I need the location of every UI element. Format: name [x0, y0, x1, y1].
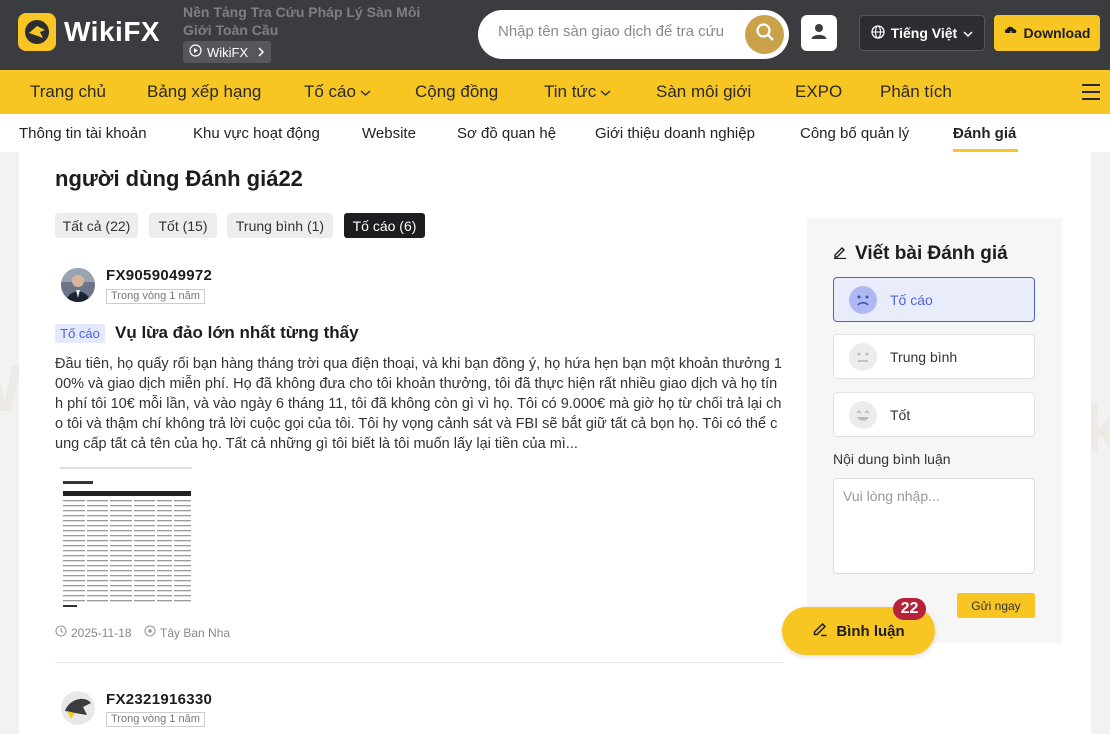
tab-website[interactable]: Website: [362, 125, 416, 142]
menu-icon[interactable]: [1082, 84, 1100, 105]
review-username[interactable]: FX2321916330: [106, 691, 212, 708]
brand-tagline: Nền Tảng Tra Cứu Pháp Lý Sàn Môi Giới To…: [183, 4, 421, 38]
nav-brokers[interactable]: Sàn môi giới: [656, 82, 751, 102]
language-label: Tiếng Việt: [890, 25, 958, 41]
globe-icon: [871, 24, 885, 42]
avatar[interactable]: [61, 268, 95, 302]
tab-account-info[interactable]: Thông tin tài khoản: [19, 125, 147, 142]
filter-good[interactable]: Tốt (15): [149, 213, 217, 238]
comment-count-badge: 22: [893, 598, 926, 620]
top-header: WikiFX Nền Tảng Tra Cứu Pháp Lý Sàn Môi …: [0, 0, 1110, 70]
app-link-label: WikiFX: [207, 44, 249, 60]
filter-all[interactable]: Tất cả (22): [55, 213, 138, 238]
rating-option-label: Trung bình: [890, 348, 958, 365]
nav-rankings[interactable]: Bảng xếp hạng: [147, 82, 261, 102]
review-date-text: 2025-11-18: [71, 625, 132, 640]
review-time-tag: Trong vòng 1 năm: [106, 712, 205, 727]
rating-option-complaint[interactable]: Tố cáo: [833, 277, 1035, 322]
nav-home[interactable]: Trang chủ: [30, 82, 106, 102]
download-label: Download: [1023, 25, 1091, 41]
location-icon: [144, 625, 156, 640]
review-location-text: Tây Ban Nha: [160, 625, 231, 640]
search-input[interactable]: [498, 23, 738, 40]
write-review-title: Viết bài Đánh giá: [833, 243, 1008, 265]
nav-label: Bảng xếp hạng: [147, 82, 262, 101]
main-navigation: Trang chủ Bảng xếp hạng Tố cáo Cộng đồng…: [0, 70, 1110, 114]
tab-reviews[interactable]: Đánh giá: [953, 125, 1016, 142]
nav-label: Tố cáo: [304, 82, 356, 101]
logo[interactable]: WikiFX: [18, 13, 160, 51]
rating-option-label: Tố cáo: [890, 291, 933, 308]
floating-comment-label: Bình luận: [836, 622, 905, 640]
send-button[interactable]: Gửi ngay: [957, 593, 1035, 618]
chevron-right-icon: [257, 45, 265, 60]
page-title: người dùng Đánh giá22: [55, 166, 303, 191]
rating-option-good[interactable]: Tốt: [833, 392, 1035, 437]
pencil-icon: [812, 621, 828, 641]
review-location: Tây Ban Nha: [144, 625, 230, 640]
search-button[interactable]: [745, 15, 784, 54]
nav-label: Sàn môi giới: [656, 82, 752, 101]
nav-label: Tin tức: [544, 82, 597, 101]
chevron-down-icon: [600, 82, 611, 102]
search-icon: [755, 22, 775, 47]
review-title[interactable]: Vụ lừa đảo lớn nhất từng thấy: [115, 323, 359, 343]
complaint-tag: Tố cáo: [55, 324, 105, 343]
neutral-face-icon: [849, 342, 877, 371]
nav-label: Cộng đồng: [415, 82, 499, 101]
filter-neutral[interactable]: Trung bình (1): [227, 213, 333, 238]
comment-textarea[interactable]: [833, 478, 1035, 574]
review-body: Đầu tiên, họ quấy rối bạn hàng tháng trờ…: [55, 356, 782, 452]
avatar[interactable]: [61, 691, 95, 725]
language-selector[interactable]: Tiếng Việt: [859, 15, 985, 51]
comment-label: Nội dung bình luận: [833, 451, 951, 467]
sad-face-icon: [849, 285, 877, 314]
app-link-button[interactable]: WikiFX: [183, 41, 271, 63]
brand-name: WikiFX: [64, 16, 161, 47]
chevron-down-icon: [963, 25, 973, 41]
review-divider: [55, 662, 784, 663]
nav-community[interactable]: Cộng đồng: [415, 82, 498, 102]
sub-navigation: Thông tin tài khoản Khu vực hoạt động We…: [0, 114, 1110, 152]
play-circle-icon: [189, 44, 202, 60]
nav-expo[interactable]: EXPO: [795, 82, 842, 102]
download-icon: [1004, 25, 1018, 42]
nav-label: EXPO: [795, 82, 843, 101]
nav-analysis[interactable]: Phân tích: [880, 82, 952, 102]
rating-option-neutral[interactable]: Trung bình: [833, 334, 1035, 379]
rating-option-label: Tốt: [890, 406, 911, 423]
clock-icon: [55, 625, 67, 640]
filter-complaint[interactable]: Tố cáo (6): [344, 213, 425, 238]
pencil-icon: [833, 243, 847, 265]
download-button[interactable]: Download: [994, 15, 1100, 51]
nav-label: Trang chủ: [30, 82, 106, 101]
eagle-logo-icon: [18, 13, 56, 51]
review-username[interactable]: FX9059049972: [106, 267, 212, 284]
user-icon: [810, 22, 828, 45]
tab-company-intro[interactable]: Giới thiệu doanh nghiệp: [595, 125, 755, 142]
search-bar: [478, 10, 789, 59]
chevron-down-icon: [360, 82, 371, 102]
review-attachment-image[interactable]: [60, 467, 192, 610]
nav-label: Phân tích: [880, 82, 952, 101]
review-date: 2025-11-18: [55, 625, 132, 640]
user-button[interactable]: [801, 15, 837, 51]
nav-news[interactable]: Tin tức: [544, 82, 611, 102]
review-time-tag: Trong vòng 1 năm: [106, 289, 205, 304]
tab-operating-region[interactable]: Khu vực hoạt động: [193, 125, 320, 142]
nav-complaints[interactable]: Tố cáo: [304, 82, 371, 102]
tab-regulatory-disclosure[interactable]: Công bố quản lý: [800, 125, 909, 142]
write-review-title-text: Viết bài Đánh giá: [855, 243, 1008, 264]
tab-relationship-map[interactable]: Sơ đồ quan hệ: [457, 125, 556, 142]
happy-face-icon: [849, 400, 877, 429]
